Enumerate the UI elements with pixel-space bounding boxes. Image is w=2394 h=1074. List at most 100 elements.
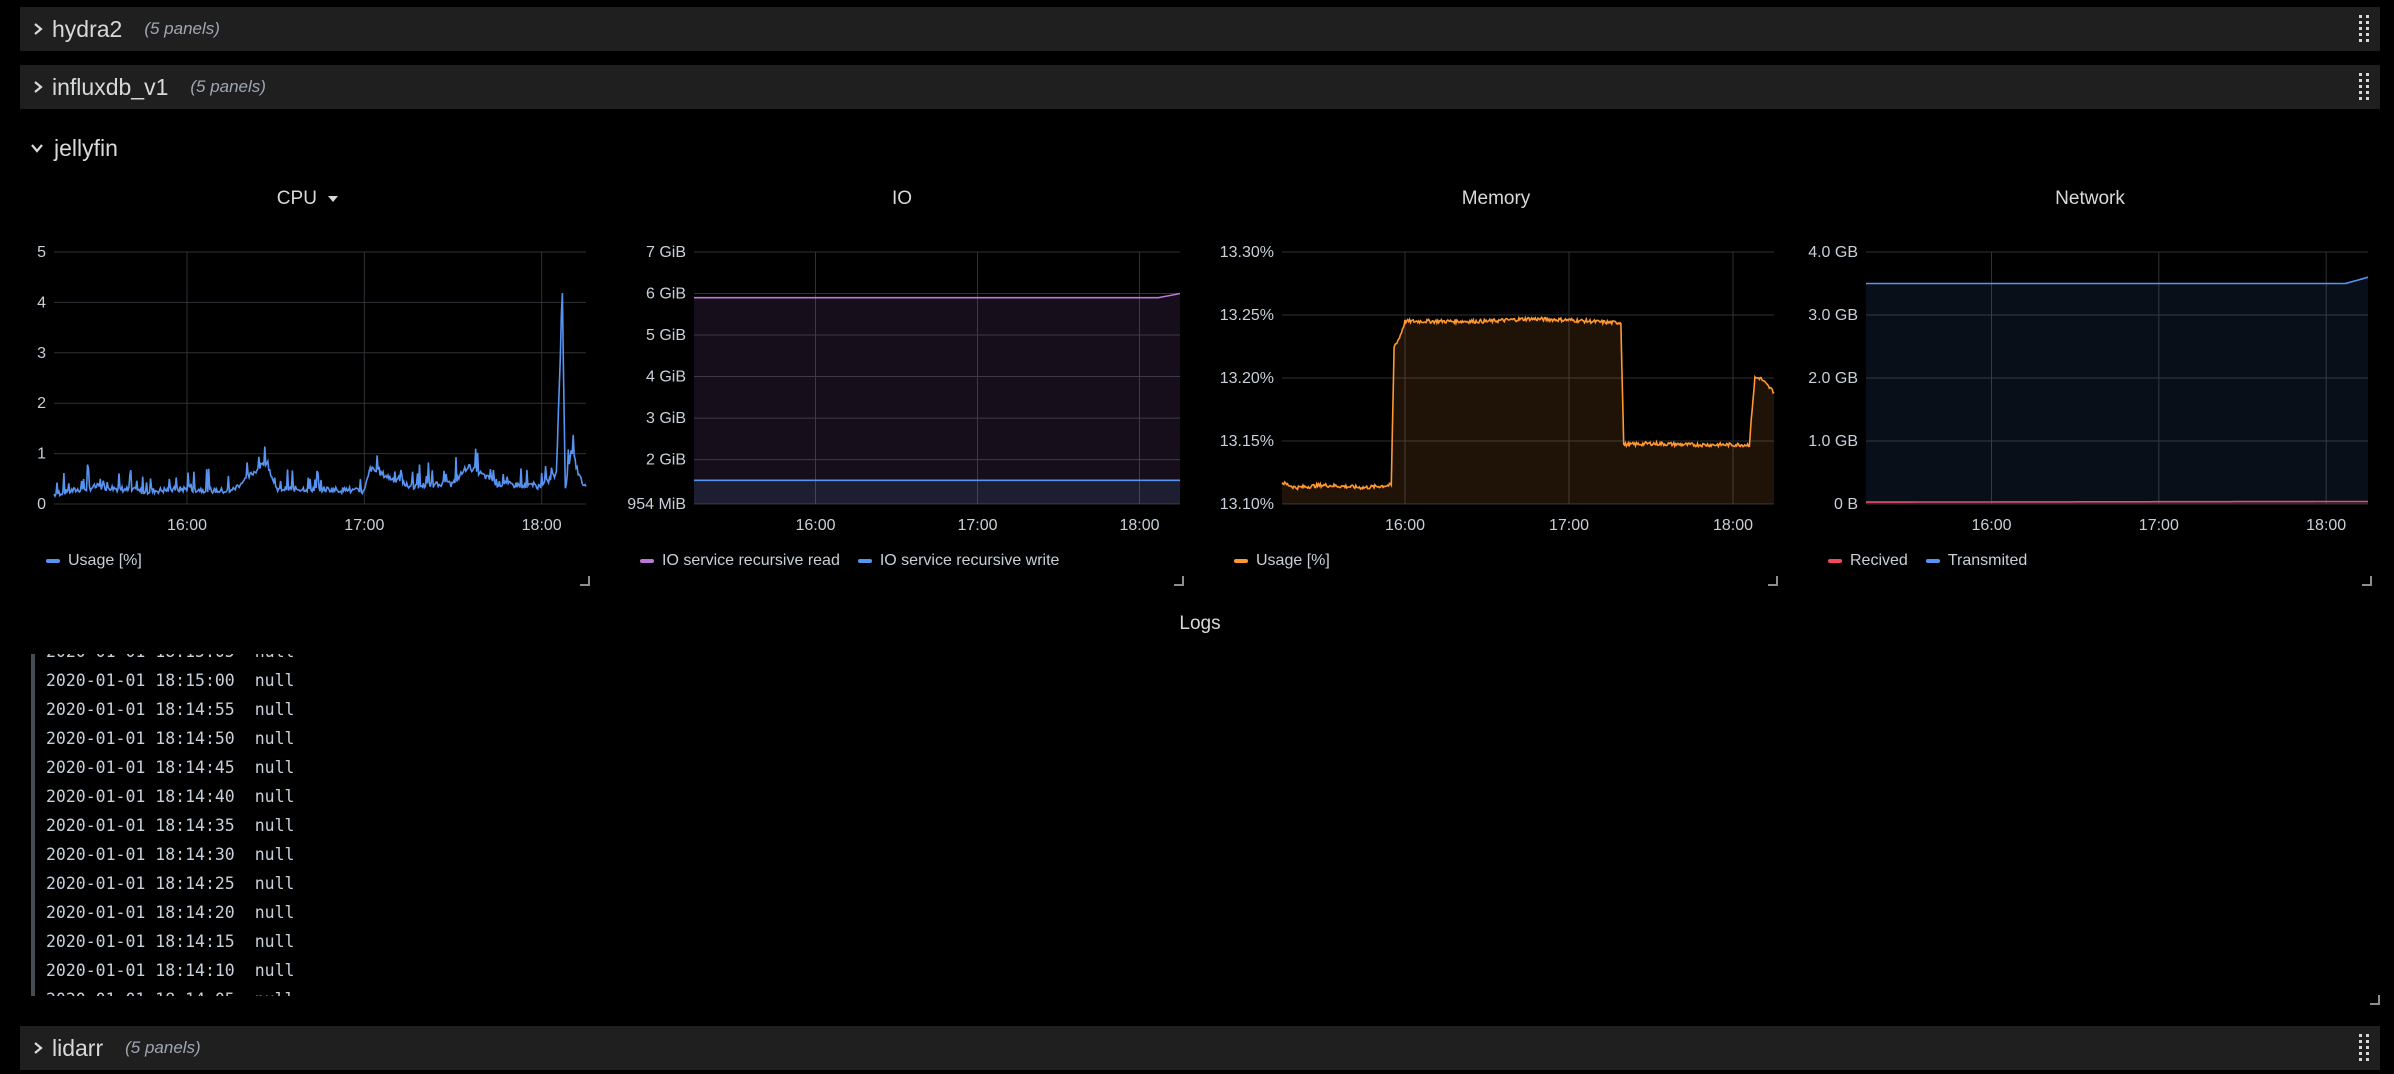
row-influxdb-v1[interactable]: influxdb_v1 (5 panels) [20, 65, 2380, 109]
log-row[interactable]: 2020-01-01 18:14:55 null [30, 695, 630, 724]
panel-title[interactable]: Memory [1208, 186, 1784, 212]
panel-title[interactable]: Network [1802, 186, 2378, 212]
row-panel-count: (5 panels) [125, 1038, 201, 1057]
drag-handle-icon[interactable] [2358, 73, 2372, 101]
drag-handle-icon[interactable] [2358, 15, 2372, 43]
legend-item[interactable]: IO service recursive write [857, 552, 1060, 570]
cpu-chart[interactable]: 0 1 2 3 4 5 16:00 17:00 18:00 [20, 230, 596, 570]
log-row[interactable]: 2020-01-01 18:14:15 null [30, 927, 630, 956]
log-timestamp: 2020-01-01 18:14:50 [46, 729, 235, 748]
log-row[interactable]: 2020-01-01 18:14:45 null [30, 753, 630, 782]
x-tick-label: 18:00 [2306, 517, 2346, 534]
series-area [1282, 317, 1774, 504]
y-tick-label: 2.0 GB [1808, 370, 1858, 387]
resize-handle[interactable] [580, 576, 590, 586]
resize-handle[interactable] [1768, 576, 1778, 586]
y-tick-label: 13.25% [1220, 307, 1274, 324]
row-title[interactable]: jellyfin [54, 135, 118, 162]
log-row[interactable]: 2020-01-01 18:15:00 null [30, 666, 630, 695]
panel-network[interactable]: Network 0 B 1.0 GB 2.0 GB 3.0 GB 4.0 GB 16:00… [1802, 186, 2378, 586]
log-row[interactable]: 2020-01-01 18:14:40 null [30, 782, 630, 811]
legend-label: Recived [1850, 552, 1908, 569]
x-tick-label: 16:00 [1385, 517, 1425, 534]
log-row[interactable]: 2020-01-01 18:15:05 null [30, 654, 630, 666]
resize-handle[interactable] [2370, 995, 2380, 1005]
panel-title[interactable]: Logs [20, 611, 2380, 637]
panel-memory[interactable]: Memory 13.10% 13.15% 13.20% 13.25% 13.30% 16:… [1208, 186, 1784, 586]
legend-item[interactable]: Usage [%] [46, 552, 142, 570]
log-timestamp: 2020-01-01 18:14:20 [46, 903, 235, 922]
panel-title[interactable]: IO [614, 186, 1190, 212]
legend-item[interactable]: Recived [1828, 552, 1908, 570]
log-message: null [254, 816, 295, 835]
row-panel-count: (5 panels) [144, 19, 220, 38]
y-tick-label: 3 [37, 345, 46, 362]
y-tick-label: 4.0 GB [1808, 244, 1858, 261]
x-tick-label: 17:00 [957, 517, 997, 534]
log-timestamp: 2020-01-01 18:14:55 [46, 700, 235, 719]
y-tick-label: 3.0 GB [1808, 307, 1858, 324]
y-tick-label: 13.20% [1220, 370, 1274, 387]
log-row[interactable]: 2020-01-01 18:14:35 null [30, 811, 630, 840]
legend-item[interactable]: Transmited [1925, 552, 2027, 570]
log-row[interactable]: 2020-01-01 18:14:10 null [30, 956, 630, 985]
panel-cpu[interactable]: CPU 0 1 2 3 4 5 16:00 17:00 18:00 Usage [%] [20, 186, 596, 586]
log-row[interactable]: 2020-01-01 18:14:05 null [30, 985, 630, 996]
panel-title[interactable]: CPU [20, 186, 596, 212]
series-area [1866, 277, 2368, 504]
resize-handle[interactable] [2362, 576, 2372, 586]
log-message: null [254, 729, 295, 748]
log-message: null [254, 903, 295, 922]
x-tick-label: 16:00 [167, 517, 207, 534]
y-tick-label: 1 [37, 446, 46, 463]
network-chart[interactable]: 0 B 1.0 GB 2.0 GB 3.0 GB 4.0 GB 16:00 17:00 18:… [1802, 230, 2378, 570]
legend-label: IO service recursive write [879, 552, 1060, 569]
x-tick-label: 18:00 [522, 517, 562, 534]
log-list[interactable]: 2020-01-01 18:15:05null2020-01-01 18:15:… [30, 654, 630, 996]
log-message: null [255, 990, 295, 996]
log-row[interactable]: 2020-01-01 18:14:30 null [30, 840, 630, 869]
panel-title-text[interactable]: CPU [277, 188, 317, 209]
row-hydra2[interactable]: hydra2 (5 panels) [20, 7, 2380, 51]
cpu-legend: Usage [%] [46, 552, 142, 570]
log-timestamp: 2020-01-01 18:14:45 [46, 758, 235, 777]
legend-item[interactable]: IO service recursive read [640, 552, 840, 570]
log-message: null [254, 671, 295, 690]
row-title[interactable]: lidarr [52, 1035, 103, 1062]
drag-handle-icon[interactable] [2358, 1034, 2372, 1062]
chevron-right-icon[interactable] [24, 65, 52, 109]
y-tick-label: 1.0 GB [1808, 433, 1858, 450]
row-panel-count: (5 panels) [190, 77, 266, 96]
log-message: null [254, 961, 295, 980]
row-title[interactable]: influxdb_v1 [52, 74, 168, 101]
log-timestamp: 2020-01-01 18:14:15 [46, 932, 235, 951]
panel-io[interactable]: IO 954 MiB 2 GiB 3 GiB 4 GiB 5 GiB 6 GiB 7 GiB… [614, 186, 1190, 586]
log-timestamp: 2020-01-01 18:15:05 [46, 654, 235, 661]
memory-legend: Usage [%] [1234, 552, 1330, 570]
x-tick-label: 17:00 [344, 517, 384, 534]
legend-swatch [1234, 559, 1248, 563]
x-tick-label: 16:00 [1971, 517, 2011, 534]
resize-handle[interactable] [1174, 576, 1184, 586]
series-line [1866, 276, 2369, 285]
caret-down-icon[interactable] [327, 195, 339, 203]
row-lidarr[interactable]: lidarr (5 panels) [20, 1026, 2380, 1070]
log-row[interactable]: 2020-01-01 18:14:25 null [30, 869, 630, 898]
memory-chart[interactable]: 13.10% 13.15% 13.20% 13.25% 13.30% 16:00 17:00… [1208, 230, 1784, 570]
chevron-right-icon[interactable] [24, 1026, 52, 1070]
y-tick-label: 0 B [1834, 496, 1858, 513]
log-timestamp: 2020-01-01 18:14:10 [46, 961, 235, 980]
log-row[interactable]: 2020-01-01 18:14:50 null [30, 724, 630, 753]
series-line [53, 293, 587, 498]
row-jellyfin[interactable]: jellyfin [20, 128, 118, 168]
x-tick-label: 17:00 [1549, 517, 1589, 534]
legend-item[interactable]: Usage [%] [1234, 552, 1330, 570]
io-chart[interactable]: 954 MiB 2 GiB 3 GiB 4 GiB 5 GiB 6 GiB 7 GiB 16:… [614, 230, 1190, 570]
y-tick-label: 5 [37, 244, 46, 261]
chevron-right-icon[interactable] [24, 7, 52, 51]
log-row[interactable]: 2020-01-01 18:14:20 null [30, 898, 630, 927]
row-title[interactable]: hydra2 [52, 16, 122, 43]
log-message: null [254, 700, 295, 719]
chevron-down-icon[interactable] [30, 142, 44, 154]
y-tick-label: 13.10% [1220, 496, 1274, 513]
